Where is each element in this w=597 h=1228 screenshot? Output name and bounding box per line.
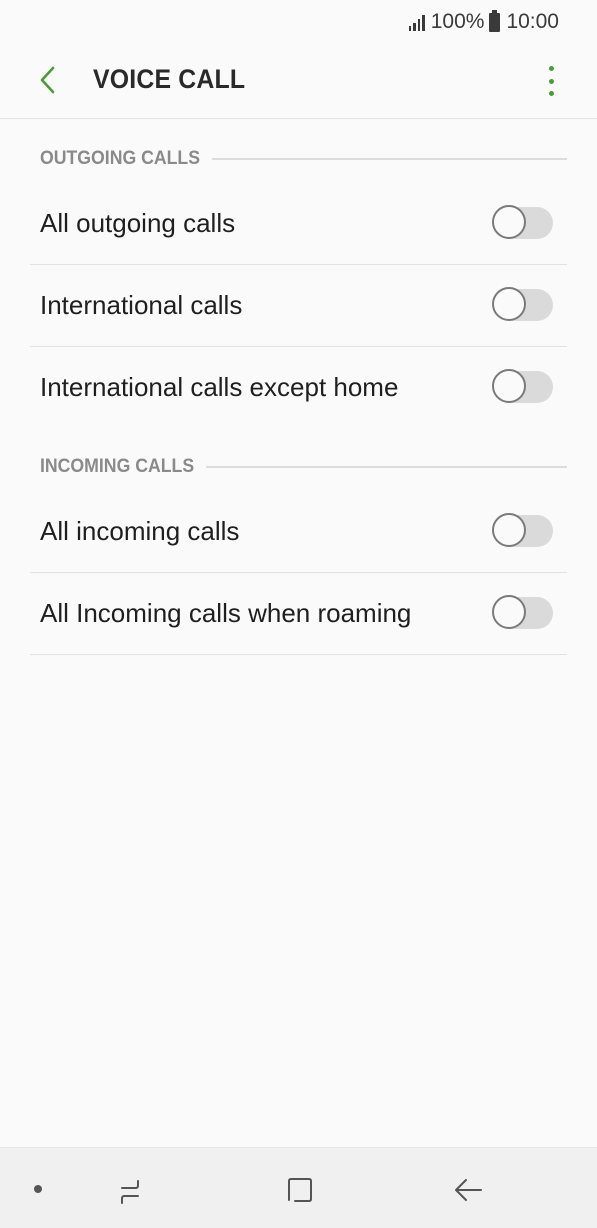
- toggle-switch[interactable]: [492, 513, 553, 547]
- back-arrow-icon: [40, 66, 55, 94]
- setting-label: All Incoming calls when roaming: [40, 598, 412, 628]
- status-bar: 100% 10:00: [0, 0, 597, 44]
- recent-apps-button[interactable]: [116, 1172, 152, 1208]
- back-button[interactable]: [30, 62, 66, 98]
- setting-row-incoming-roaming[interactable]: All Incoming calls when roaming: [30, 573, 567, 655]
- status-time: 10:00: [506, 10, 559, 33]
- section-divider: [212, 158, 567, 160]
- setting-row-international-except-home[interactable]: International calls except home: [30, 347, 567, 428]
- nav-indicator-dot: [34, 1185, 42, 1193]
- section-title: INCOMING CALLS: [40, 456, 195, 477]
- nav-back-button[interactable]: [450, 1172, 486, 1208]
- home-icon: [288, 1178, 312, 1202]
- signal-icon: [408, 13, 425, 31]
- battery-percentage: 100%: [430, 10, 485, 33]
- section-header-incoming: INCOMING CALLS: [40, 456, 567, 478]
- toggle-switch[interactable]: [492, 595, 553, 629]
- back-icon: [455, 1179, 482, 1201]
- setting-label: All outgoing calls: [40, 208, 236, 238]
- app-bar: VOICE CALL: [0, 44, 597, 119]
- setting-row-all-outgoing[interactable]: All outgoing calls: [30, 183, 567, 265]
- setting-row-international[interactable]: International calls: [30, 265, 567, 347]
- more-options-button[interactable]: [545, 66, 557, 96]
- home-button[interactable]: [282, 1172, 318, 1208]
- more-options-icon: [548, 66, 554, 71]
- setting-label: International calls: [40, 290, 243, 320]
- section-divider: [205, 466, 567, 468]
- setting-label: International calls except home: [40, 372, 399, 402]
- page-title: VOICE CALL: [93, 64, 246, 94]
- toggle-switch[interactable]: [492, 205, 553, 239]
- setting-label: All incoming calls: [40, 516, 240, 546]
- toggle-switch[interactable]: [492, 369, 553, 403]
- toggle-switch[interactable]: [492, 287, 553, 321]
- battery-icon: [489, 9, 501, 32]
- navigation-bar: [0, 1147, 597, 1228]
- section-title: OUTGOING CALLS: [40, 148, 201, 169]
- recent-apps-icon: [121, 1180, 139, 1204]
- section-header-outgoing: OUTGOING CALLS: [40, 148, 567, 170]
- setting-row-all-incoming[interactable]: All incoming calls: [30, 491, 567, 573]
